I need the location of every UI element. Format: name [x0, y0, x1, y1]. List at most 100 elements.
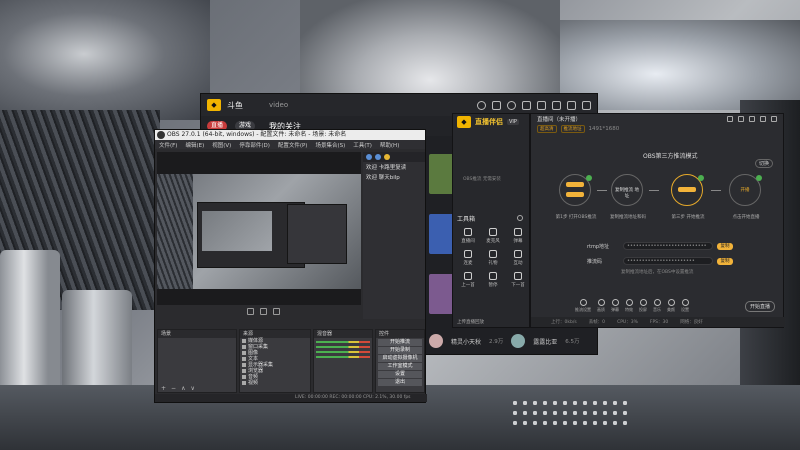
menu-help[interactable]: 帮助(H) [380, 141, 399, 149]
start-recording-button[interactable]: 开始录制 [378, 347, 422, 354]
tool-microphone[interactable]: 麦克风 [482, 228, 504, 244]
move-down-icon[interactable]: ∨ [190, 385, 194, 392]
info-icon[interactable] [517, 215, 523, 221]
close-icon[interactable] [771, 116, 777, 122]
app-name: 斗鱼 [227, 100, 243, 110]
quality-icon [597, 299, 605, 306]
obs-titlebar[interactable]: OBS 27.0.1 (64-bit, windows) - 配置文件: 未命名… [155, 130, 425, 140]
bottom-tool[interactable]: 特效 [625, 299, 633, 313]
share-icon[interactable] [727, 116, 733, 122]
tool-live-room[interactable]: 直播间 [457, 228, 479, 244]
minimize-icon[interactable] [760, 116, 766, 122]
menu-tools[interactable]: 工具(T) [353, 141, 372, 149]
step-caption: 复制推流地址和码 [610, 215, 646, 220]
copy-rtmp-button[interactable]: 复制 [717, 242, 733, 250]
menu-view[interactable]: 视图(V) [212, 141, 231, 149]
status-dot [698, 175, 704, 181]
tool-gift[interactable]: 礼物 [482, 250, 504, 266]
bottom-tool[interactable]: 音乐 [653, 299, 661, 313]
controls-header: 控件 [376, 330, 424, 338]
avatar[interactable] [429, 334, 443, 348]
tool-previous[interactable]: 上一首 [457, 272, 479, 288]
maximize-icon[interactable] [567, 100, 576, 110]
switch-mode-button[interactable]: 切换 [754, 159, 773, 168]
menu-docks[interactable]: 停靠部件(D) [239, 141, 270, 149]
streamer-name[interactable]: 露露比亚 [533, 337, 557, 346]
interact-icon [514, 250, 522, 258]
history-icon[interactable] [477, 100, 486, 110]
minimize-icon[interactable] [552, 100, 561, 110]
obs-preview-canvas[interactable] [157, 174, 361, 289]
obs-window[interactable]: OBS 27.0.1 (64-bit, windows) - 配置文件: 未命名… [154, 129, 427, 404]
gear-icon [681, 299, 689, 306]
avatar-icon[interactable] [507, 100, 516, 110]
rtmp-input[interactable]: ••••••••••••••••••••••••••• [623, 242, 713, 250]
gift-icon [489, 250, 497, 258]
danmaku-icon [514, 228, 522, 236]
bottom-tool[interactable]: 美颜 [667, 299, 675, 313]
step-node-4: 开播 [729, 174, 762, 206]
obs-preview-area [157, 152, 361, 305]
stream-key-input[interactable]: ••••••••••••••••••••••• [623, 257, 713, 265]
settings-icon[interactable] [273, 307, 280, 315]
exit-button[interactable]: 退出 [378, 379, 422, 386]
streamer-name[interactable]: 精灵小天秋 [451, 337, 481, 346]
assistant-hint: OBS推流 无需安装 [463, 177, 501, 182]
push-url-chip[interactable]: 推流地址 [560, 125, 585, 133]
flow-arrow [711, 190, 721, 191]
lock-icon[interactable] [247, 307, 254, 315]
tool-next[interactable]: 下一首 [507, 272, 529, 288]
menu-profile[interactable]: 配置文件(P) [278, 141, 308, 149]
chat-icon[interactable] [375, 154, 381, 160]
view-count: 6.5万 [565, 339, 580, 345]
menu-file[interactable]: 文件(F) [159, 141, 177, 149]
stream-settings-icon [579, 299, 587, 306]
source-item[interactable]: 视频 [240, 380, 310, 386]
chat-message: 欢迎 聊天bilp [366, 175, 400, 181]
tool-co-stream[interactable]: 连麦 [457, 250, 479, 266]
settings-icon[interactable] [738, 116, 744, 122]
virtual-camera-button[interactable]: 启动虚拟摄像机 [378, 355, 422, 362]
vip-badge[interactable]: VIP [507, 119, 519, 125]
network-status: 网络：良好 [680, 320, 703, 325]
bottom-tool[interactable]: 设置 [681, 299, 689, 313]
preview-wallpaper [157, 174, 193, 289]
step-node-1 [559, 174, 592, 206]
bottom-tool[interactable]: 推流设置 [575, 299, 591, 313]
stream-key-row: 推流码 ••••••••••••••••••••••• 复制 [587, 257, 733, 265]
step-node-3 [671, 174, 704, 206]
settings-button[interactable]: 设置 [378, 371, 422, 378]
help-icon[interactable] [749, 116, 755, 122]
tool-danmaku[interactable]: 弹幕 [507, 228, 529, 244]
link-icon [464, 250, 472, 258]
quality-chip[interactable]: 超高清 [537, 125, 557, 133]
move-up-icon[interactable]: ∧ [181, 385, 185, 392]
bottom-tool[interactable]: 画质 [597, 299, 605, 313]
start-live-button[interactable]: 开始直播 [744, 301, 775, 312]
remove-icon[interactable]: − [171, 385, 176, 392]
menu-scene-collection[interactable]: 场景集合(S) [315, 141, 345, 149]
menu-edit[interactable]: 编辑(E) [185, 141, 204, 149]
start-streaming-button[interactable]: 开始推流 [378, 339, 422, 346]
obs-chat-dock: 欢迎 卡路里复读 欢迎 聊天bilp [363, 152, 425, 319]
chat-icon[interactable] [366, 154, 372, 160]
studio-mode-button[interactable]: 工作室模式 [378, 363, 422, 370]
close-icon[interactable] [582, 100, 591, 110]
mixer-dock: 混音器 [313, 329, 373, 393]
upload-replay-link[interactable]: 上传直播回放 [457, 319, 484, 325]
tool-interact[interactable]: 互动 [507, 250, 529, 266]
bottom-tool[interactable]: 弹幕 [611, 299, 619, 313]
obs-docks: 场景 + − ∧ ∨ 来源 媒体源 窗口采集 图像 文本 显示器采集 浏览器 音… [155, 319, 427, 404]
menu-icon[interactable] [537, 100, 546, 110]
eye-icon[interactable] [260, 307, 267, 315]
add-icon[interactable]: + [161, 385, 166, 392]
download-icon[interactable] [492, 100, 501, 110]
copy-key-button[interactable]: 复制 [717, 257, 733, 265]
message-icon[interactable] [522, 100, 531, 110]
tool-pause[interactable]: 暂停 [482, 272, 504, 288]
dialog-header: 直播间（未开播） [531, 114, 783, 124]
bottom-tool[interactable]: 投屏 [639, 299, 647, 313]
avatar[interactable] [511, 334, 526, 348]
chat-header [363, 152, 425, 162]
gift-icon[interactable] [384, 154, 390, 160]
